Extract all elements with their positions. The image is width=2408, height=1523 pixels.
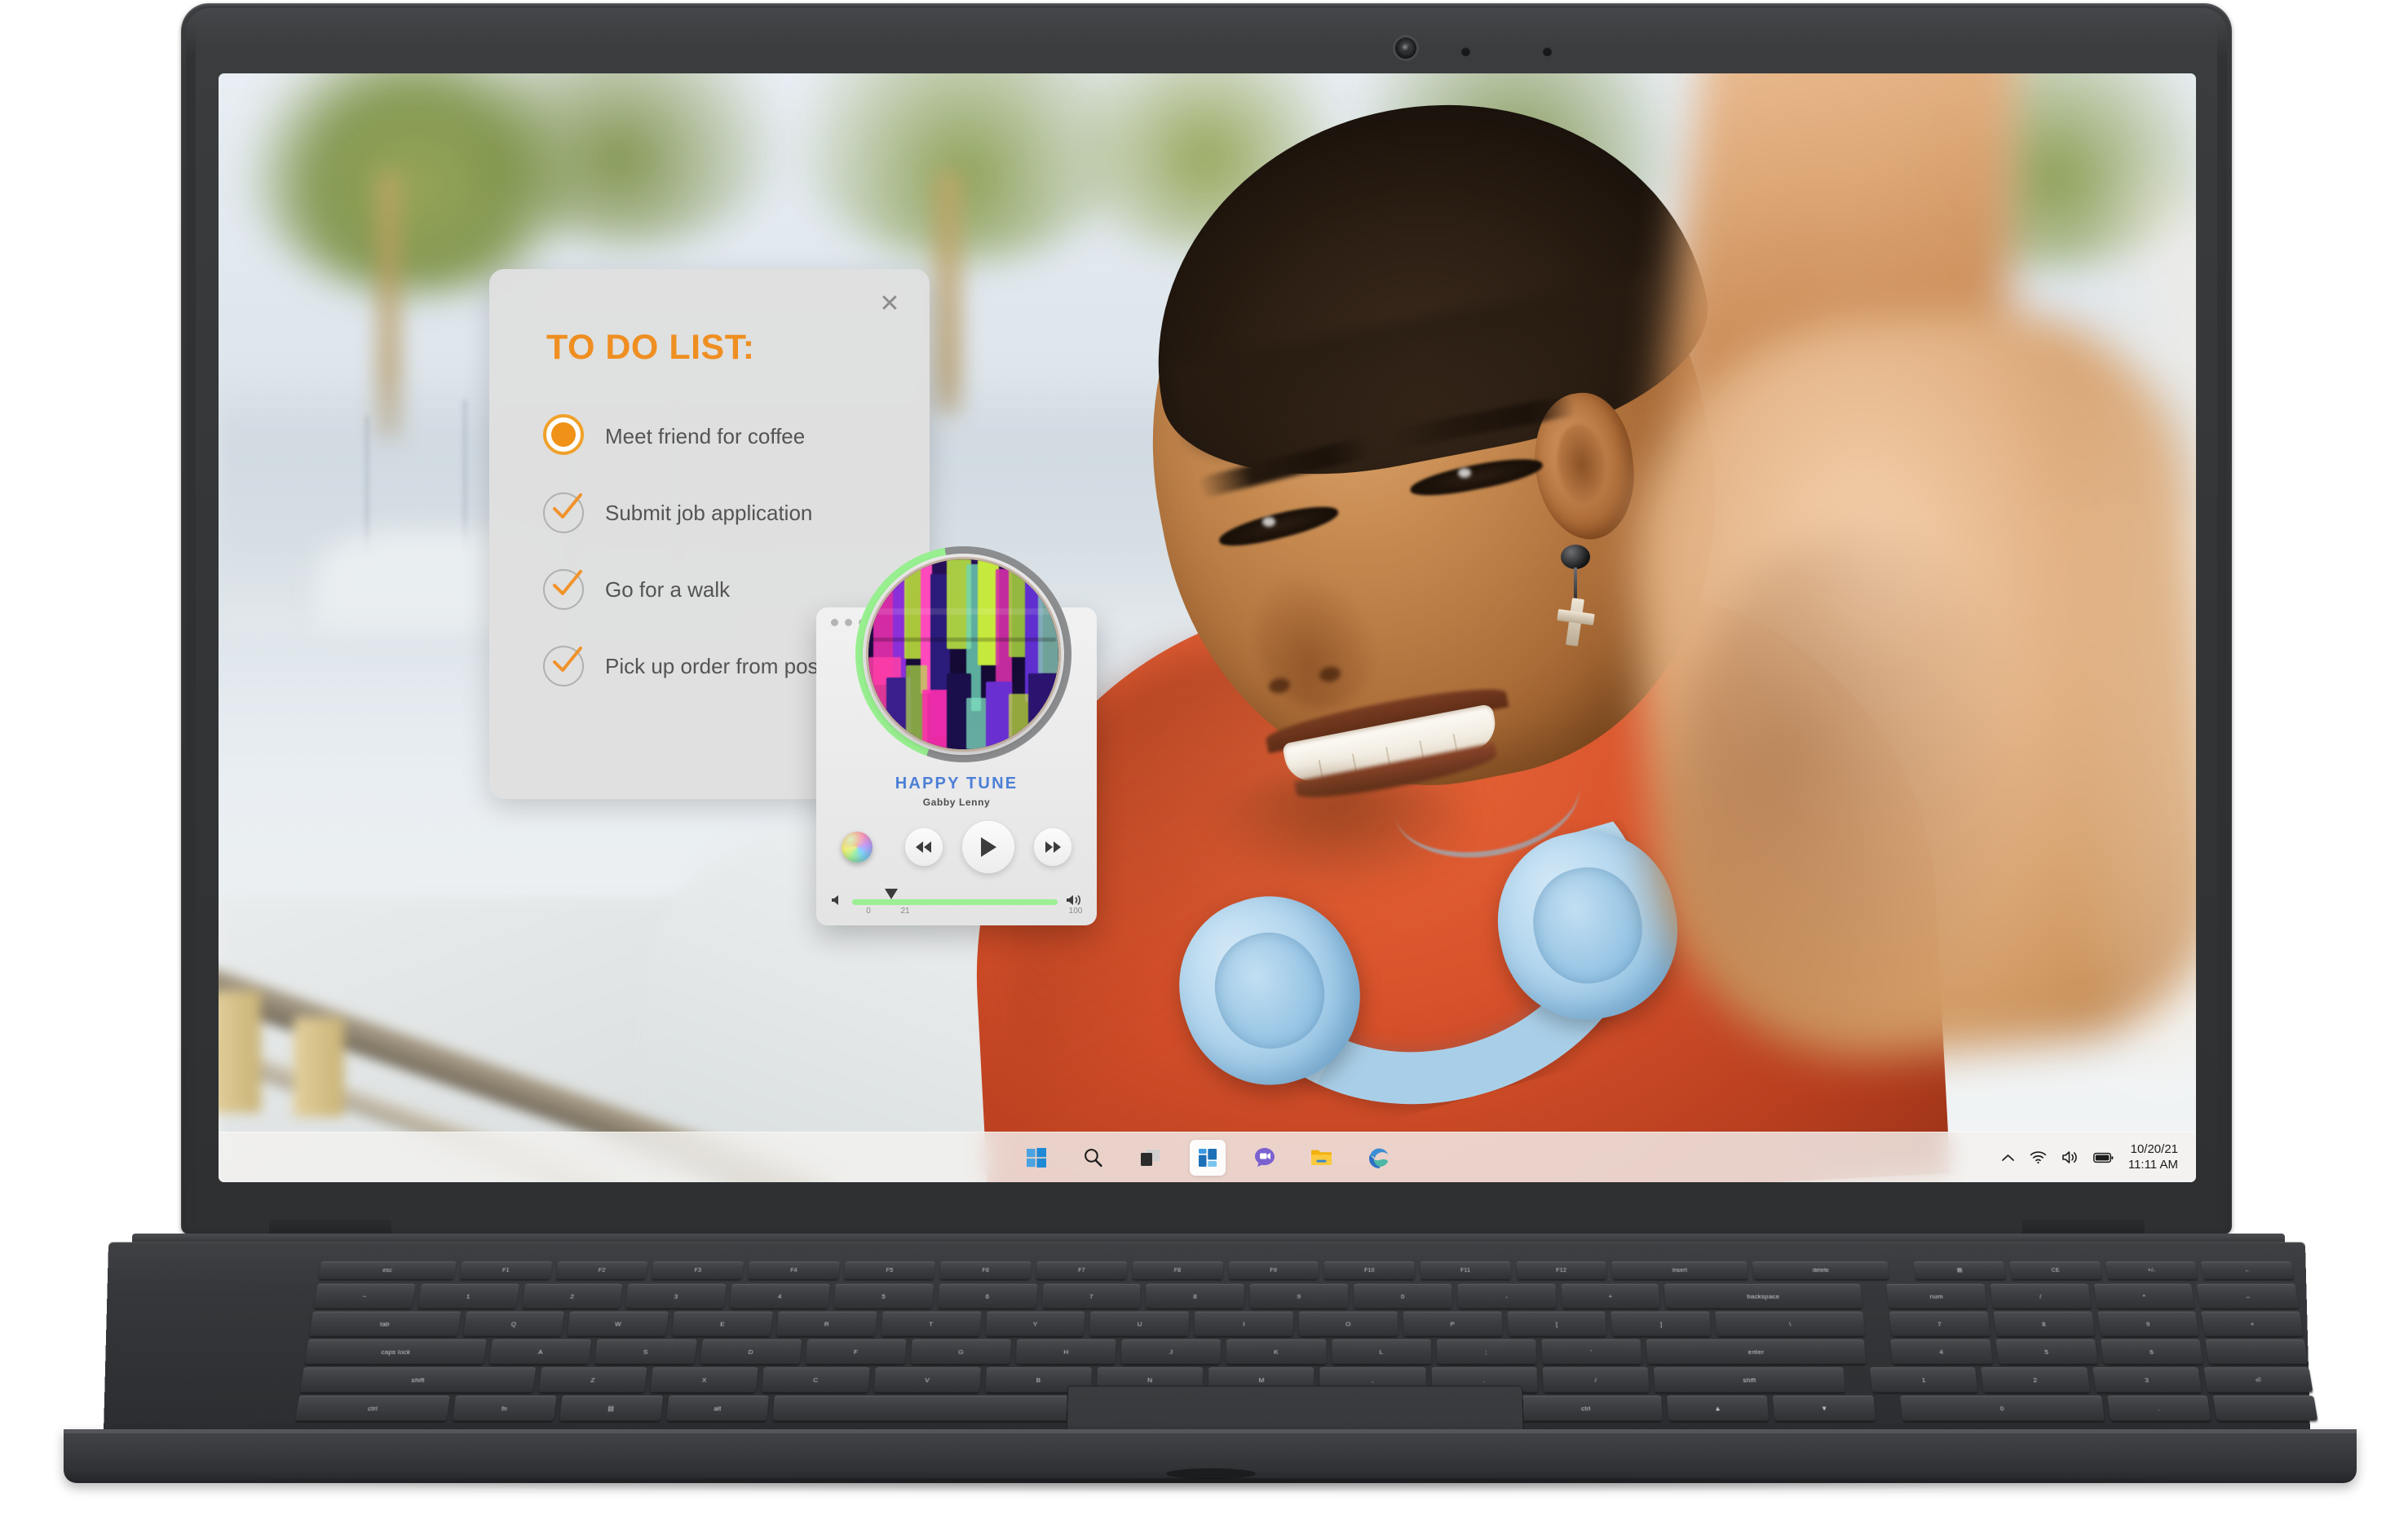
chevron-up-icon[interactable] [2001, 1153, 2015, 1163]
music-player-window: HAPPY TUNE Gabby Lenny 0 21 100 [816, 546, 1097, 925]
taskbar-item-task-view[interactable] [1133, 1140, 1169, 1176]
taskbar-clock[interactable]: 10/20/21 11:11 AM [2128, 1142, 2178, 1172]
taskbar-item-file-explorer[interactable] [1304, 1140, 1340, 1176]
folder-icon [1311, 1150, 1332, 1165]
track-artist: Gabby Lenny [922, 797, 991, 808]
list-item[interactable]: Meet friend for coffee [540, 398, 923, 475]
checkmark-icon[interactable] [540, 488, 590, 538]
checkmark-icon[interactable] [540, 564, 590, 615]
webcam-icon [1395, 38, 1416, 59]
laptop-deck: esc F1 F2 F3 F4 F5 F6 F7 F8 F9 F10 F11 F12 inser… [103, 1242, 2318, 1482]
list-item-label: Submit job application [605, 500, 813, 525]
taskbar-apps [1018, 1132, 1397, 1182]
list-item[interactable]: Submit job application [540, 475, 923, 551]
volume-max-label: 100 [1068, 907, 1083, 916]
volume-min-label: 0 [866, 907, 871, 916]
taskbar-item-start[interactable] [1018, 1140, 1054, 1176]
taskbar-item-edge[interactable] [1361, 1140, 1397, 1176]
checkmark-icon[interactable] [540, 641, 590, 691]
album-art-image [868, 559, 1058, 749]
album-art-progress[interactable] [855, 546, 1071, 762]
volume-value-label: 21 [900, 907, 910, 916]
list-item-label: Meet friend for coffee [605, 423, 806, 448]
battery-icon[interactable] [2092, 1152, 2114, 1163]
taskbar-item-widgets[interactable] [1189, 1139, 1226, 1176]
earring-icon [1561, 545, 1590, 569]
clock-date: 10/20/21 [2130, 1142, 2178, 1157]
rewind-button[interactable] [905, 828, 943, 866]
chat-video-icon [1254, 1148, 1275, 1167]
taskbar-item-chat[interactable] [1247, 1140, 1283, 1176]
close-icon[interactable]: ✕ [871, 285, 908, 323]
system-tray: 10/20/21 11:11 AM [2001, 1132, 2178, 1182]
search-icon [1085, 1149, 1102, 1168]
windows-taskbar: 10/20/21 11:11 AM [219, 1132, 2196, 1182]
volume-icon[interactable] [2061, 1150, 2079, 1164]
wallpaper-foreground-hand [1610, 73, 2196, 1182]
taskbar-item-search[interactable] [1076, 1140, 1111, 1176]
volume-scale: 0 21 100 [831, 907, 1084, 918]
track-title: HAPPY TUNE [895, 775, 1018, 792]
microphone-icon [1461, 47, 1470, 56]
fast-forward-button[interactable] [1034, 828, 1071, 866]
windows-logo-icon [1026, 1147, 1046, 1168]
widgets-icon [1198, 1148, 1217, 1167]
list-item-label: Go for a walk [605, 576, 731, 602]
laptop-base: esc F1 F2 F3 F4 F5 F6 F7 F8 F9 F10 F11 F12 inser… [8, 1234, 2402, 1503]
page-title: TO DO LIST: [546, 328, 755, 367]
color-wheel-icon[interactable] [842, 832, 873, 863]
edge-browser-icon [1368, 1148, 1388, 1168]
radio-selected-icon[interactable] [540, 411, 590, 461]
screenshot-root: ✕ TO DO LIST: Meet friend for coffee Sub… [0, 0, 2408, 1523]
laptop-screen: ✕ TO DO LIST: Meet friend for coffee Sub… [219, 73, 2196, 1182]
task-view-icon [1140, 1149, 1160, 1166]
volume-track[interactable] [852, 888, 1058, 905]
clock-time: 11:11 AM [2127, 1157, 2178, 1172]
player-controls [816, 821, 1097, 873]
list-item-label: Pick up order from post o [605, 653, 842, 678]
wifi-icon[interactable] [2030, 1150, 2047, 1164]
play-button[interactable] [962, 821, 1014, 873]
volume-thumb[interactable] [884, 888, 898, 899]
microphone-icon [1543, 47, 1552, 56]
